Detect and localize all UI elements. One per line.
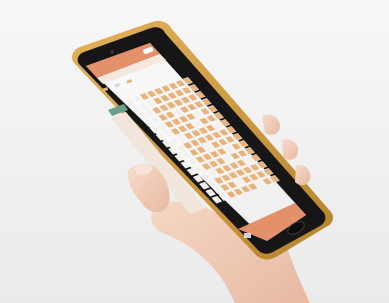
photo-stage [0, 0, 389, 303]
finger-2 [282, 139, 299, 160]
photo-illustration [72, 20, 334, 303]
front-camera [110, 50, 114, 54]
bottom-arrow-icon [244, 233, 251, 238]
finger-1 [262, 114, 280, 135]
finger-3 [295, 164, 311, 186]
